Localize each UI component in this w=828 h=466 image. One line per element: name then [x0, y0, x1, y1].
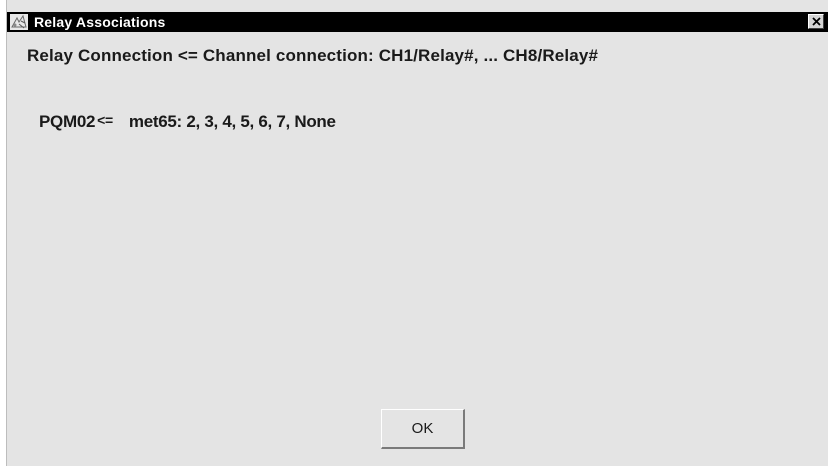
close-icon: [811, 13, 821, 31]
title-bar[interactable]: Relay Associations: [7, 12, 828, 32]
window-title: Relay Associations: [34, 14, 166, 30]
device-name: PQM02: [39, 112, 96, 131]
association-arrow: <=: [97, 112, 113, 128]
header-label: Relay Connection <= Channel connection: …: [27, 46, 599, 65]
association-row: PQM02 <= met65: 2, 3, 4, 5, 6, 7, None: [39, 112, 336, 132]
channel-relay-list: met65: 2, 3, 4, 5, 6, 7, None: [128, 112, 336, 131]
close-button[interactable]: [808, 14, 824, 29]
app-icon: [9, 13, 29, 31]
relay-associations-dialog: Relay Associations Relay Connection <= C…: [6, 0, 828, 466]
ok-button[interactable]: OK: [381, 409, 465, 449]
